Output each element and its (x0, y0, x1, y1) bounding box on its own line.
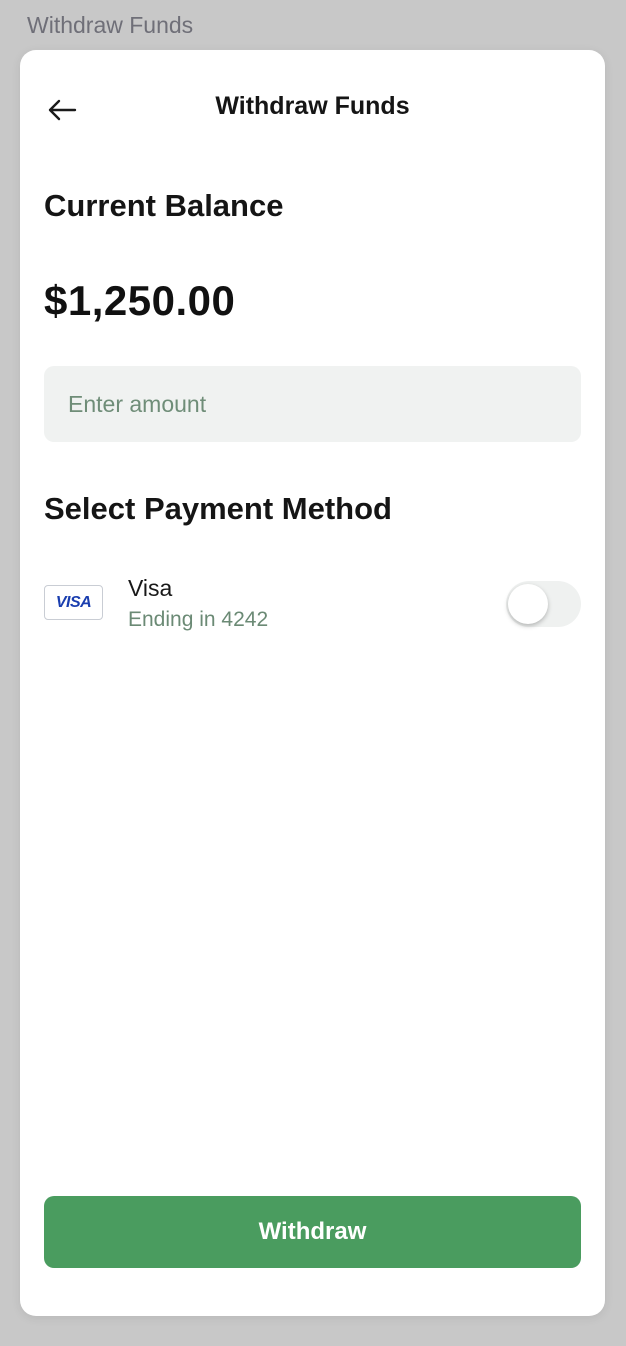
amount-input[interactable] (44, 366, 581, 442)
backdrop-title: Withdraw Funds (27, 12, 194, 38)
balance-label: Current Balance (44, 188, 284, 223)
withdraw-button[interactable]: Withdraw (44, 1196, 581, 1268)
balance-value: $1,250.00 (44, 277, 236, 324)
visa-card-icon: VISA (44, 585, 103, 620)
payment-method-detail: Ending in 4242 (128, 608, 269, 631)
toggle-knob (508, 584, 548, 624)
withdraw-sheet: Withdraw Funds Current Balance $1,250.00… (20, 50, 605, 1316)
sheet-header: Withdraw Funds (20, 50, 605, 166)
payment-method-item-visa[interactable]: VISA Visa Ending in 4242 (44, 569, 581, 639)
payment-method-name: Visa (128, 575, 173, 601)
payment-method-label: Select Payment Method (44, 491, 392, 526)
payment-method-toggle[interactable] (506, 581, 581, 627)
page-title: Withdraw Funds (215, 92, 410, 120)
